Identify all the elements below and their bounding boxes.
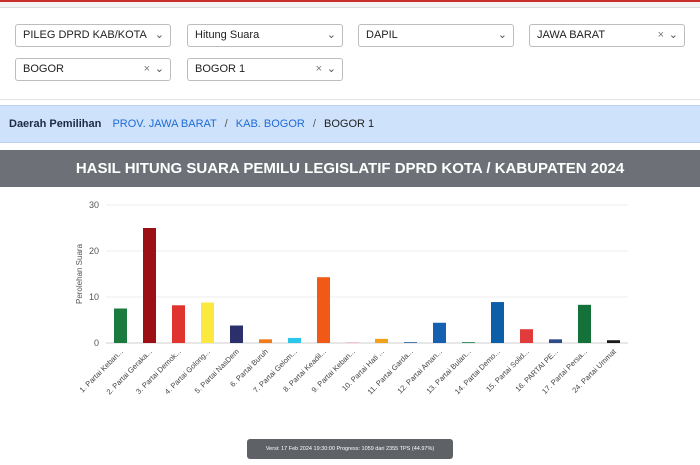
bar: [404, 342, 417, 343]
filter-panel: PILEG DPRD KAB/KOTA ⌄ Hitung Suara ⌄ DAP…: [0, 8, 700, 100]
y-tick-label: 10: [89, 292, 99, 302]
top-strip: [0, 0, 700, 8]
breadcrumb-separator: /: [224, 118, 228, 130]
area-type-select[interactable]: DAPIL ⌄: [358, 24, 514, 47]
chevron-down-icon: ⌄: [154, 29, 164, 41]
accent-line: [0, 0, 700, 2]
clear-icon[interactable]: ×: [658, 25, 664, 46]
bar: [259, 339, 272, 343]
bar: [317, 277, 330, 343]
regency-select[interactable]: BOGOR × ⌄: [15, 58, 171, 81]
vote-chart: 0 10 20 30 Perolehan Suara 1. Partai Keban...…: [0, 192, 700, 432]
province-select-value: JAWA BARAT: [537, 29, 606, 41]
breadcrumb-current: BOGOR 1: [324, 118, 375, 130]
province-select[interactable]: JAWA BARAT × ⌄: [529, 24, 685, 47]
area-type-select-value: DAPIL: [366, 29, 398, 41]
page-title: HASIL HITUNG SUARA PEMILU LEGISLATIF DPR…: [0, 150, 700, 187]
district-select[interactable]: BOGOR 1 × ⌄: [187, 58, 343, 81]
chevron-down-icon: ⌄: [326, 63, 336, 75]
breadcrumb-link-province[interactable]: PROV. JAWA BARAT: [112, 118, 216, 130]
bar: [201, 302, 214, 343]
bar-chart-svg: 0102030Perolehan Suara1. Partai Keban...…: [75, 200, 628, 396]
clear-icon[interactable]: ×: [144, 59, 150, 80]
y-tick-label: 30: [89, 200, 99, 210]
mode-select-value: Hitung Suara: [195, 29, 260, 41]
breadcrumb-link-regency[interactable]: KAB. BOGOR: [236, 118, 305, 130]
y-tick-label: 20: [89, 246, 99, 256]
y-axis-label: Perolehan Suara: [75, 243, 84, 304]
clear-icon[interactable]: ×: [316, 59, 322, 80]
bar: [172, 305, 185, 343]
bar: [491, 302, 504, 343]
version-progress-badge: Versi: 17 Feb 2024 19:30:00 Progress: 10…: [247, 439, 453, 459]
bar: [607, 340, 620, 343]
bar: [433, 322, 446, 343]
chevron-down-icon: ⌄: [668, 29, 678, 41]
bar: [578, 304, 591, 343]
election-select-value: PILEG DPRD KAB/KOTA: [23, 29, 147, 41]
bar: [520, 329, 533, 343]
chevron-down-icon: ⌄: [326, 29, 336, 41]
chevron-down-icon: ⌄: [497, 29, 507, 41]
bar: [462, 342, 475, 343]
chevron-down-icon: ⌄: [154, 63, 164, 75]
bar: [346, 342, 359, 343]
bar: [143, 228, 156, 343]
mode-select[interactable]: Hitung Suara ⌄: [187, 24, 343, 47]
bar: [375, 338, 388, 343]
bar: [288, 337, 301, 343]
bar: [230, 325, 243, 343]
bar: [114, 308, 127, 343]
breadcrumb: Daerah Pemilihan PROV. JAWA BARAT / KAB.…: [0, 105, 700, 143]
bar: [549, 339, 562, 343]
election-select[interactable]: PILEG DPRD KAB/KOTA ⌄: [15, 24, 171, 47]
breadcrumb-separator: /: [312, 118, 316, 130]
y-tick-label: 0: [94, 338, 99, 348]
regency-select-value: BOGOR: [23, 63, 64, 75]
breadcrumb-label: Daerah Pemilihan: [9, 118, 102, 130]
district-select-value: BOGOR 1: [195, 63, 246, 75]
